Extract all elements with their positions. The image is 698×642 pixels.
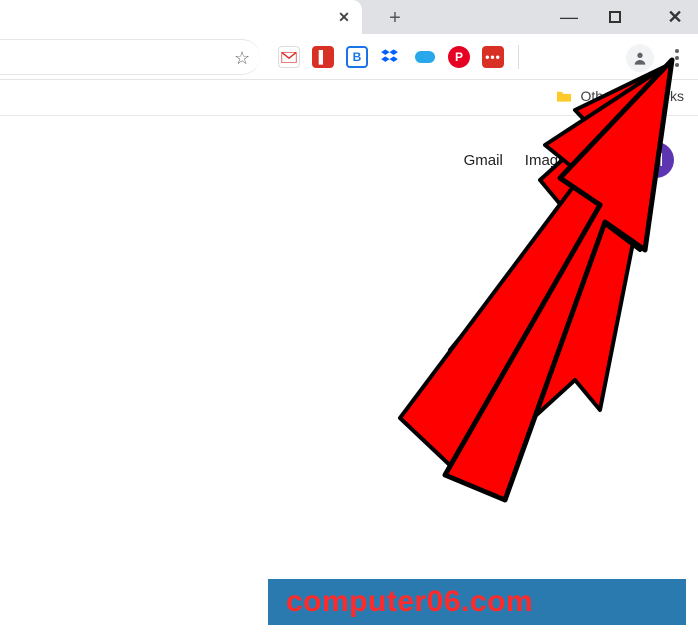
red-extension-icon[interactable]: ▌ bbox=[312, 46, 334, 68]
dots-icon bbox=[675, 49, 679, 53]
extensions-row: ▌ B P ••• bbox=[278, 44, 521, 70]
watermark-banner: computer06.com bbox=[268, 579, 686, 625]
browser-toolbar: ☆ ▌ B P ••• bbox=[0, 34, 698, 80]
page-content: Gmail Images M bbox=[0, 116, 698, 576]
cloud-icon bbox=[415, 51, 435, 63]
active-tab[interactable] bbox=[0, 0, 362, 34]
address-bar[interactable] bbox=[0, 39, 260, 75]
apps-grid-icon bbox=[596, 150, 600, 154]
gmail-link[interactable]: Gmail bbox=[464, 152, 503, 169]
person-icon bbox=[632, 50, 648, 66]
dropbox-extension-icon[interactable] bbox=[380, 46, 402, 68]
window-close-button[interactable]: ✕ bbox=[652, 0, 698, 34]
window-minimize-button[interactable]: — bbox=[546, 0, 592, 34]
envelope-icon bbox=[280, 51, 298, 64]
maximize-icon bbox=[609, 11, 621, 23]
tab-strip: ✕ + — ✕ bbox=[0, 0, 698, 34]
bookmarks-bar: Oth arks bbox=[0, 80, 698, 116]
gmail-extension-icon[interactable] bbox=[278, 46, 300, 68]
tab-close-button[interactable]: ✕ bbox=[335, 8, 353, 26]
folder-icon bbox=[555, 89, 573, 103]
new-tab-button[interactable]: + bbox=[385, 8, 405, 28]
watermark-text: computer06.com bbox=[286, 585, 533, 619]
extension-separator bbox=[518, 45, 519, 69]
other-bookmarks-folder[interactable]: Oth arks bbox=[555, 88, 684, 104]
images-link[interactable]: Images bbox=[525, 152, 574, 169]
other-bookmarks-label: Oth arks bbox=[581, 88, 684, 104]
lastpass-extension-icon[interactable]: ••• bbox=[482, 46, 504, 68]
profile-button[interactable] bbox=[626, 44, 654, 72]
window-maximize-button[interactable] bbox=[592, 0, 638, 34]
dropbox-icon bbox=[381, 48, 401, 66]
chrome-menu-button[interactable] bbox=[664, 44, 690, 72]
google-top-nav: Gmail Images M bbox=[464, 142, 674, 178]
account-avatar[interactable]: M bbox=[638, 142, 674, 178]
google-apps-button[interactable] bbox=[596, 150, 616, 170]
onedrive-extension-icon[interactable] bbox=[414, 46, 436, 68]
pinterest-extension-icon[interactable]: P bbox=[448, 46, 470, 68]
blue-badge-extension-icon[interactable]: B bbox=[346, 46, 368, 68]
bookmark-star-icon[interactable]: ☆ bbox=[234, 48, 250, 69]
